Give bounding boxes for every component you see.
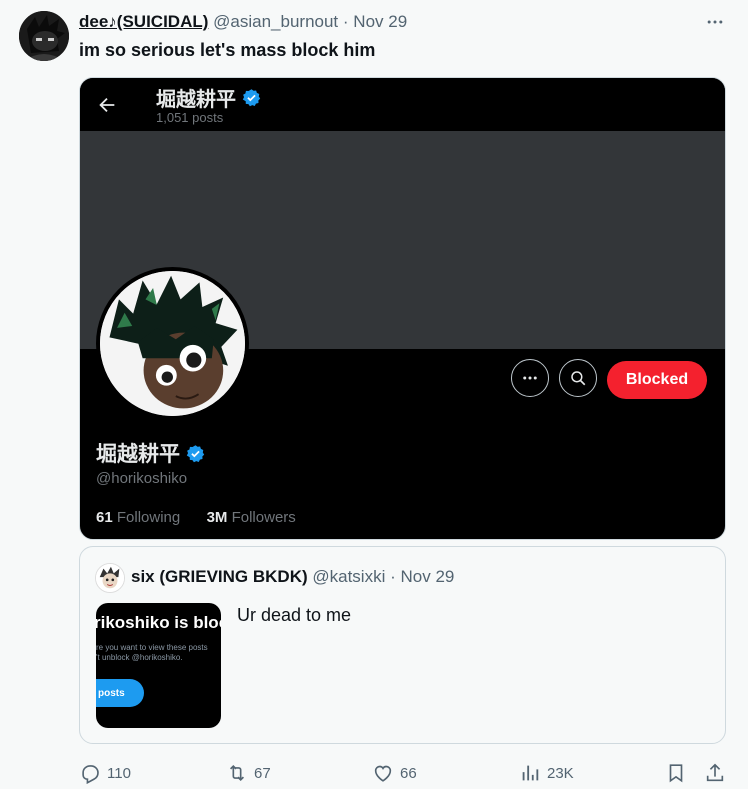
author-display-name[interactable]: dee♪(SUICIDAL)	[79, 12, 208, 31]
bookmark-icon	[669, 764, 683, 783]
view-count: 23K	[547, 764, 574, 782]
quote-separator: ·	[390, 567, 396, 586]
tweet[interactable]: dee♪(SUICIDAL) @asian_burnout · Nov 29 i…	[0, 0, 748, 789]
verified-badge-icon	[242, 89, 261, 107]
quote-header: six (GRIEVING BKDK) @katsixki · Nov 29	[131, 567, 454, 587]
profile-name: 堀越耕平	[96, 443, 180, 466]
thumbnail-button: posts	[96, 679, 144, 707]
profile-topbar-name: 堀越耕平	[156, 89, 236, 111]
more-horizontal-icon[interactable]	[702, 10, 728, 34]
reply-button[interactable]: 110	[79, 760, 131, 786]
following-count: 61	[96, 509, 113, 526]
more-horizontal-icon	[523, 376, 537, 380]
followers-count: 3M	[206, 509, 228, 526]
quote-display-name: six (GRIEVING BKDK)	[131, 567, 308, 586]
thumbnail-title: rikoshiko is bloc	[96, 613, 221, 632]
tweet-header: dee♪(SUICIDAL) @asian_burnout · Nov 29	[79, 12, 407, 32]
reply-icon	[82, 765, 99, 784]
share-button[interactable]	[704, 760, 726, 786]
views-button[interactable]: 23K	[519, 760, 574, 786]
followers-label: Followers	[231, 509, 296, 526]
attached-image[interactable]: 堀越耕平 1,051 posts Blocked 堀越耕平 @horikoshi…	[79, 77, 726, 540]
share-icon	[706, 763, 724, 782]
views-icon	[522, 765, 539, 781]
author-handle[interactable]: @asian_burnout	[213, 12, 338, 31]
thumbnail-line-1: re you want to view these posts	[96, 643, 208, 652]
profile-avatar	[96, 267, 249, 420]
reply-count: 110	[107, 764, 131, 782]
profile-topbar-title: 堀越耕平	[156, 83, 261, 112]
search-icon	[571, 371, 586, 386]
profile-search-button[interactable]	[559, 359, 597, 397]
quote-handle: @katsixki	[312, 567, 386, 586]
like-button[interactable]: 66	[372, 760, 417, 786]
like-count: 66	[400, 764, 417, 782]
profile-stats: 61 Following 3M Followers	[96, 509, 296, 526]
back-arrow-icon	[99, 97, 115, 113]
quote-date: Nov 29	[400, 567, 455, 586]
repost-icon	[229, 764, 245, 782]
heart-icon	[374, 765, 392, 782]
quote-text: Ur dead to me	[237, 605, 352, 625]
following-label: Following	[116, 509, 181, 526]
profile-handle: @horikoshiko	[96, 470, 188, 487]
quote-author-avatar	[95, 563, 125, 593]
author-avatar[interactable]	[19, 11, 69, 61]
quote-thumbnail[interactable]: rikoshiko is bloc re you want to view th…	[96, 603, 221, 728]
profile-post-count: 1,051 posts	[156, 110, 224, 125]
thumbnail-line-2: 't unblock @horikoshiko.	[96, 653, 183, 662]
meta-separator: ·	[342, 12, 349, 31]
repost-count: 67	[254, 764, 271, 782]
repost-button[interactable]: 67	[226, 760, 271, 786]
verified-badge-icon	[186, 444, 205, 462]
profile-topbar: 堀越耕平 1,051 posts	[80, 78, 725, 131]
bookmark-button[interactable]	[665, 760, 687, 786]
profile-more-button[interactable]	[511, 359, 549, 397]
quoted-tweet[interactable]: six (GRIEVING BKDK) @katsixki · Nov 29 r…	[79, 546, 726, 744]
tweet-text: im so serious let's mass block him	[79, 40, 376, 60]
blocked-button[interactable]: Blocked	[607, 361, 707, 399]
post-date[interactable]: Nov 29	[353, 12, 407, 31]
profile-name-row: 堀越耕平	[96, 438, 205, 468]
